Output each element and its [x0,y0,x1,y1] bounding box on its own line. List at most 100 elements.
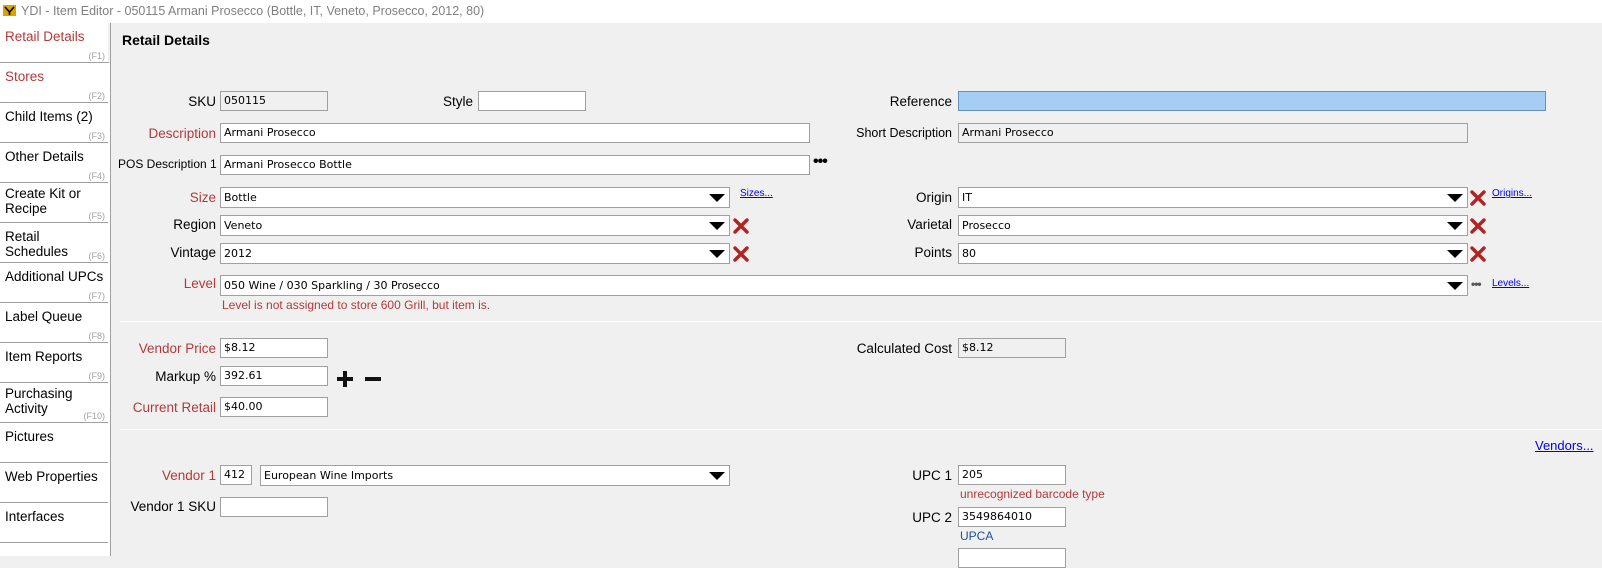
sidebar-item-retail-details[interactable]: Retail Details (F1) [0,23,110,63]
sidebar: Retail Details (F1) Stores (F2) Child It… [0,23,111,556]
description-field[interactable]: Armani Prosecco [220,123,810,143]
chevron-down-icon [1447,222,1463,230]
sku-label: SKU [188,94,216,109]
level-label: Level [183,276,216,291]
varietal-label: Varietal [907,217,952,232]
calculated-cost-field[interactable]: $8.12 [958,338,1066,358]
vendor1-code-field[interactable]: 412 [220,465,252,485]
upc1-field[interactable]: 205 [958,465,1066,485]
markup-field[interactable]: 392.61 [220,366,328,386]
vendor1-select[interactable]: European Wine Imports [260,465,730,486]
sidebar-item-pictures[interactable]: Pictures [0,423,108,463]
short-description-field[interactable]: Armani Prosecco [958,123,1468,143]
sidebar-item-label: Interfaces [5,509,65,524]
sidebar-item-key: (F3) [88,131,106,141]
sizes-link[interactable]: Sizes... [740,188,773,199]
reference-field[interactable] [958,91,1546,111]
size-select[interactable]: Bottle [220,187,730,208]
decrease-markup-icon[interactable] [364,370,382,388]
vendor1-name: European Wine Imports [264,469,394,482]
points-select[interactable]: 80 [958,243,1468,264]
vintage-value: 2012 [224,247,252,260]
current-retail-field[interactable]: $40.00 [220,397,328,417]
increase-markup-icon[interactable] [336,370,354,388]
sidebar-item-label: Pictures [5,429,54,444]
sidebar-item-key: (F8) [88,331,106,341]
clear-vintage-icon[interactable] [733,246,749,262]
more-options-icon[interactable]: ••• [813,153,828,171]
sku-field[interactable]: 050115 [220,91,328,111]
size-label: Size [189,190,216,205]
window-title: YDI - Item Editor - 050115 Armani Prosec… [21,4,485,18]
sidebar-item-label: Label Queue [5,309,83,324]
clear-origin-icon[interactable] [1470,190,1486,206]
chevron-down-icon [1447,250,1463,258]
levels-link[interactable]: Levels... [1492,278,1529,289]
sidebar-item-purchasing-activity[interactable]: Purchasing Activity (F10) [0,383,108,423]
sidebar-item-key: (F10) [83,411,105,421]
clear-region-icon[interactable] [733,218,749,234]
page-title: Retail Details [122,32,210,48]
upc2-field[interactable]: 3549864010 [958,507,1066,527]
vendor1-sku-field[interactable] [220,497,328,517]
sidebar-item-other-details[interactable]: Other Details (F4) [0,143,108,183]
style-label: Style [442,94,473,109]
sidebar-item-key: (F2) [88,91,106,101]
sidebar-item-label: Web Properties [5,469,98,484]
level-value: 050 Wine / 030 Sparkling / 30 Prosecco [224,279,440,292]
points-value: 80 [962,247,976,260]
vendor-price-field[interactable]: $8.12 [220,338,328,358]
clear-points-icon[interactable] [1470,246,1486,262]
clear-varietal-icon[interactable] [1470,218,1486,234]
vintage-select[interactable]: 2012 [220,243,730,264]
chevron-down-icon [709,222,725,230]
vendor1-sku-label: Vendor 1 SKU [130,499,216,514]
section-divider [120,429,1602,430]
upc1-label: UPC 1 [912,468,952,483]
reference-label: Reference [889,94,952,109]
sidebar-item-key: (F9) [88,371,106,381]
pos-description-field[interactable]: Armani Prosecco Bottle [220,155,810,175]
chevron-down-icon [1447,282,1463,290]
style-field[interactable] [478,91,586,111]
sidebar-item-key: (F5) [88,211,106,221]
sidebar-item-key: (F1) [88,51,106,61]
sidebar-item-additional-upcs[interactable]: Additional UPCs (F7) [0,263,108,303]
vintage-label: Vintage [170,245,216,260]
chevron-down-icon [1447,194,1463,202]
vendors-link[interactable]: Vendors... [1535,438,1594,453]
sidebar-item-key: (F6) [88,251,106,261]
more-options-icon[interactable]: ••• [1471,277,1482,291]
sidebar-item-label: Additional UPCs [5,269,104,284]
current-retail-label: Current Retail [132,400,216,415]
sidebar-item-key: (F7) [88,291,106,301]
sidebar-item-stores[interactable]: Stores (F2) [0,63,108,103]
sidebar-item-web-properties[interactable]: Web Properties [0,463,108,503]
sidebar-item-retail-schedules[interactable]: Retail Schedules (F6) [0,223,108,263]
upc1-error-message: unrecognized barcode type [960,487,1105,501]
markup-label: Markup % [155,369,216,384]
origin-select[interactable]: IT [958,187,1468,208]
sidebar-item-label-queue[interactable]: Label Queue (F8) [0,303,108,343]
varietal-value: Prosecco [962,219,1011,232]
origin-value: IT [962,191,972,204]
upc3-field[interactable] [958,548,1066,568]
sidebar-item-child-items[interactable]: Child Items (2) (F3) [0,103,108,143]
vendor1-label: Vendor 1 [161,468,216,483]
sidebar-item-create-kit[interactable]: Create Kit or Recipe (F5) [0,183,108,223]
section-divider [120,321,1602,322]
sidebar-item-item-reports[interactable]: Item Reports (F9) [0,343,108,383]
region-value: Veneto [224,219,263,232]
varietal-select[interactable]: Prosecco [958,215,1468,236]
app-logo-icon [3,5,16,16]
sidebar-item-interfaces[interactable]: Interfaces [0,503,108,543]
origins-link[interactable]: Origins... [1492,188,1532,199]
sidebar-item-label: Other Details [5,149,84,164]
region-label: Region [173,217,216,232]
chevron-down-icon [709,194,725,202]
origin-label: Origin [915,190,952,205]
sidebar-item-label: Retail Details [5,29,85,44]
level-select[interactable]: 050 Wine / 030 Sparkling / 30 Prosecco [220,275,1468,296]
calculated-cost-label: Calculated Cost [856,341,952,356]
region-select[interactable]: Veneto [220,215,730,236]
